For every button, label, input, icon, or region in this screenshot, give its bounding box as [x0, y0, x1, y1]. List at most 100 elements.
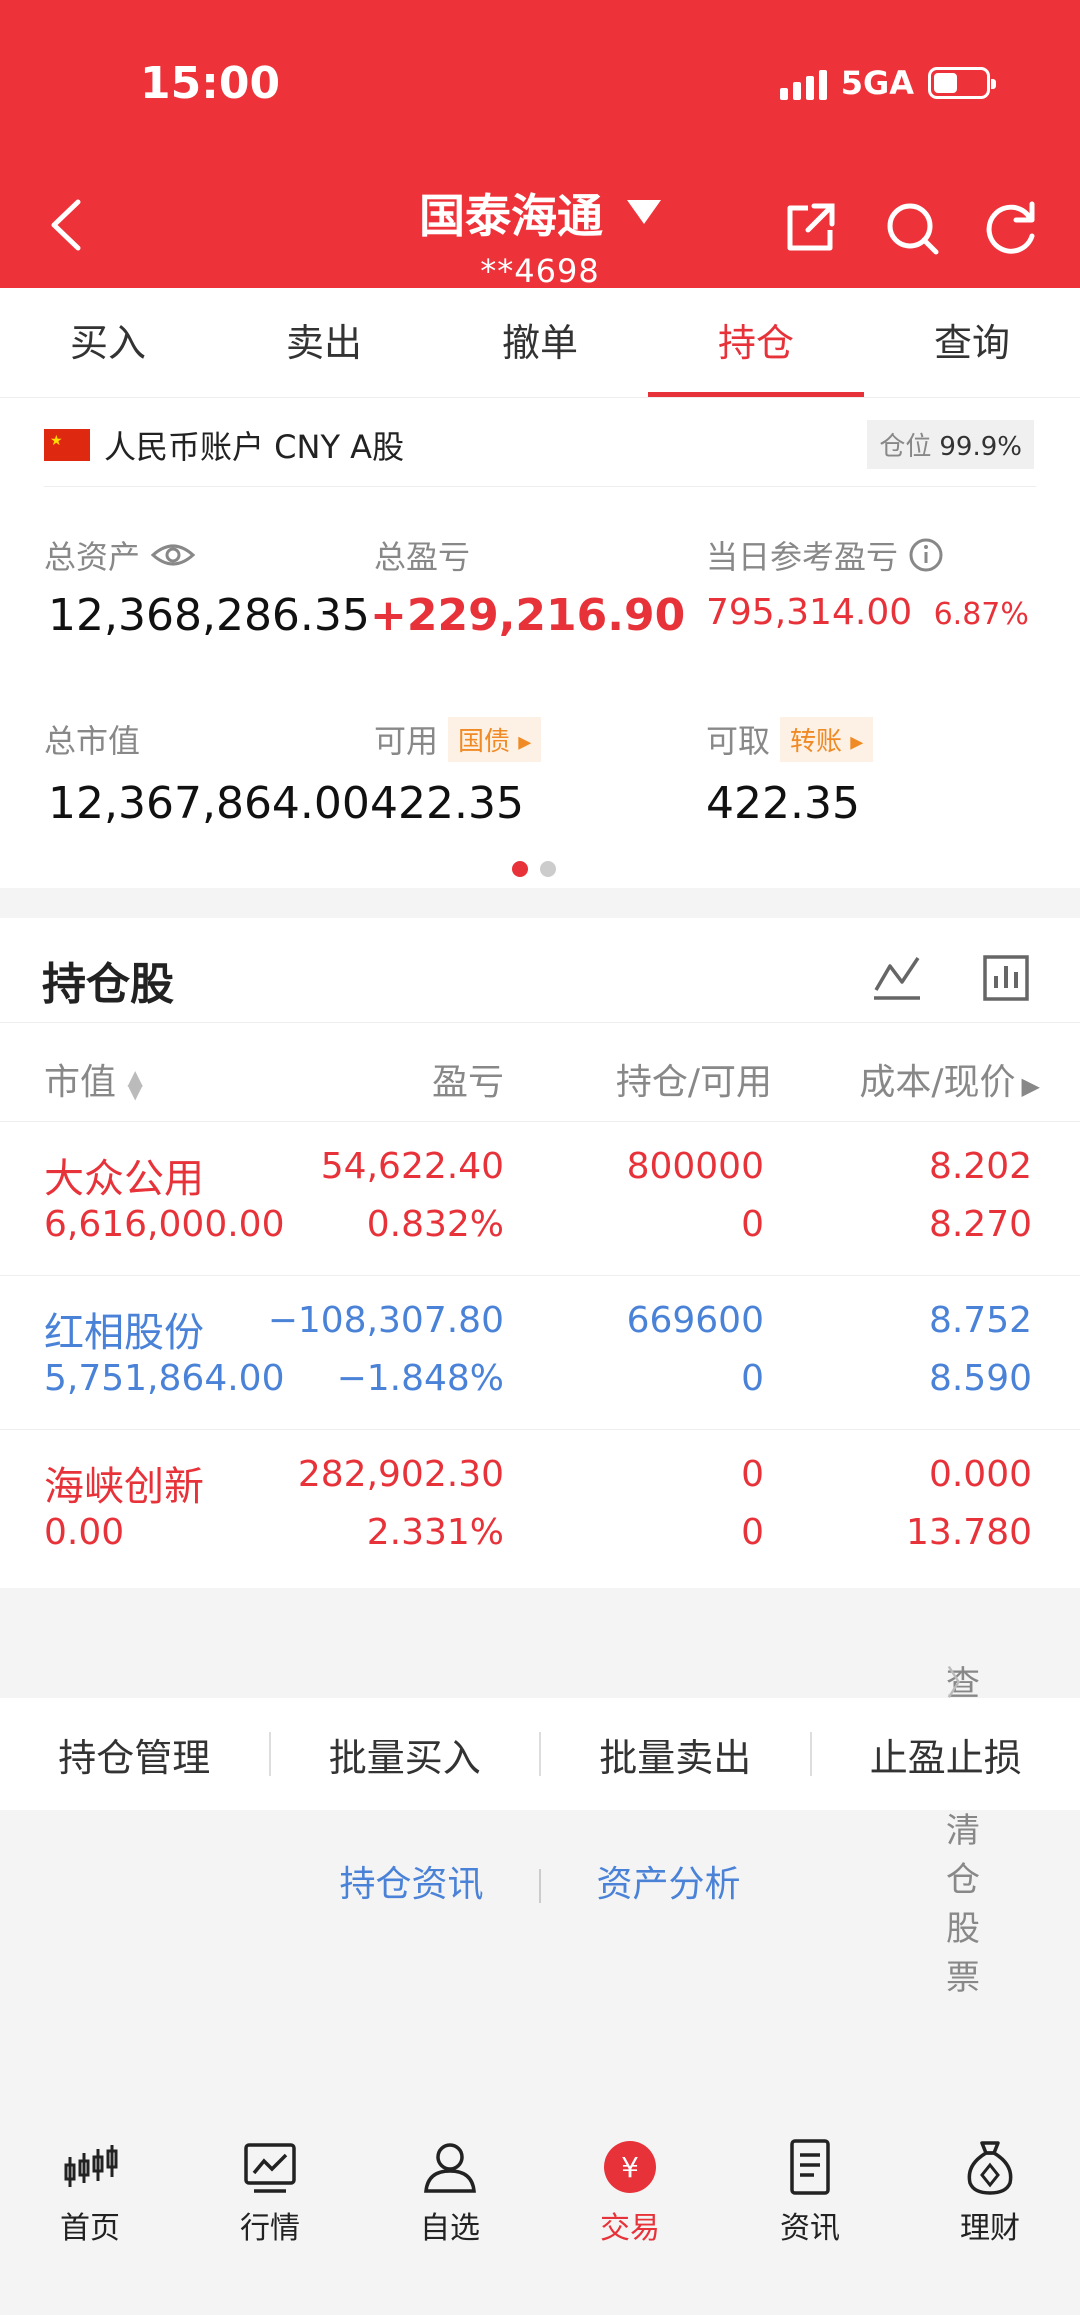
stock-price: 8.270 [928, 1204, 1032, 1245]
status-indicators: 5GA [779, 64, 996, 102]
stock-hold: 800000 [626, 1146, 764, 1187]
header-position[interactable]: 持仓/可用 [616, 1053, 772, 1105]
available-label: 可用 国债 [374, 716, 542, 762]
tab-query[interactable]: 查询 [864, 288, 1080, 397]
day-pnl-label: 当日参考盈亏 [706, 532, 944, 578]
holding-news-link[interactable]: 持仓资讯 [340, 1864, 484, 1905]
sort-icon: ▲ ▼ [127, 1065, 143, 1103]
stock-name: 大众公用 [44, 1156, 204, 1202]
holding-actions: 持仓管理 批量买入 批量卖出 止盈止损 [0, 1698, 1080, 1810]
stock-market-value: 6,616,000.00 [44, 1204, 285, 1245]
available-value: 422.35 [370, 778, 524, 829]
line-chart-icon[interactable] [872, 954, 922, 1002]
stock-name: 海峡创新 [44, 1464, 204, 1510]
total-assets-value: 12,368,286.35 [48, 590, 370, 641]
asset-analysis-link[interactable]: 资产分析 [596, 1864, 740, 1905]
divider [539, 1869, 541, 1903]
total-assets-label: 总资产 [44, 532, 196, 578]
total-pnl-label: 总盈亏 [374, 538, 471, 576]
market-value-label: 总市值 [44, 722, 141, 760]
svg-text:¥: ¥ [621, 2151, 639, 2184]
nav-news[interactable]: 资讯 [720, 2115, 900, 2315]
info-links: 持仓资讯 资产分析 [0, 1855, 1080, 1907]
bond-tag[interactable]: 国债 [448, 716, 542, 762]
refresh-icon[interactable] [980, 198, 1040, 258]
holding-row[interactable]: 大众公用 6,616,000.00 54,622.40 0.832% 80000… [0, 1122, 1080, 1276]
status-time: 15:00 [140, 58, 281, 109]
stock-price: 8.590 [928, 1358, 1032, 1399]
stock-pnl: −108,307.80 [267, 1300, 504, 1341]
holding-row[interactable]: 红相股份 5,751,864.00 −108,307.80 −1.848% 66… [0, 1276, 1080, 1430]
chevron-right-icon: ▶ [1021, 1072, 1040, 1100]
stop-profit-loss-button[interactable]: 止盈止损 [812, 1727, 1080, 1782]
stock-market-value: 5,751,864.00 [44, 1358, 285, 1399]
info-icon[interactable] [908, 537, 944, 573]
day-pnl-value: 795,314.00 6.87% [706, 592, 1029, 633]
batch-sell-button[interactable]: 批量卖出 [541, 1727, 810, 1782]
transfer-tag[interactable]: 转账 [780, 716, 874, 762]
stock-cost: 8.752 [928, 1300, 1032, 1341]
sort-market-value[interactable]: 市值 ▲ ▼ [44, 1053, 143, 1105]
stock-hold: 669600 [626, 1300, 764, 1341]
tab-positions[interactable]: 持仓 [648, 288, 864, 397]
stock-pnl-percent: −1.848% [336, 1358, 504, 1399]
bar-chart-icon[interactable] [982, 954, 1030, 1002]
holding-row[interactable]: 海峡创新 0.00 282,902.30 2.331% 0 0 0.000 13… [0, 1430, 1080, 1584]
divider [44, 486, 1036, 487]
tab-buy[interactable]: 买入 [0, 288, 216, 397]
stock-pnl: 282,902.30 [297, 1454, 504, 1495]
document-icon [790, 2139, 830, 2195]
broker-name: 国泰海通 [419, 189, 603, 243]
app-header: 15:00 5GA 国泰海通 **4698 [0, 0, 1080, 290]
trade-tabs: 买入 卖出 撤单 持仓 查询 [0, 288, 1080, 398]
search-icon[interactable] [882, 198, 942, 258]
dropdown-triangle-icon [627, 200, 661, 224]
user-icon [424, 2143, 476, 2193]
eye-icon[interactable] [150, 540, 196, 570]
yuan-icon: ¥ [604, 2141, 656, 2193]
header-pnl[interactable]: 盈亏 [432, 1053, 504, 1105]
nav-wealth[interactable]: 理财 [900, 2115, 1080, 2315]
bottom-nav: 首页 行情 自选 ¥ 交易 资讯 理财 [0, 2115, 1080, 2315]
account-name: 人民币账户 CNY A股 [104, 428, 405, 466]
account-type: ★ 人民币账户 CNY A股 [44, 422, 404, 468]
china-flag-icon: ★ [44, 429, 90, 461]
nav-home[interactable]: 首页 [0, 2115, 180, 2315]
chart-icon [244, 2143, 296, 2193]
tab-sell[interactable]: 卖出 [216, 288, 432, 397]
stock-available: 0 [741, 1204, 764, 1245]
moneybag-icon [967, 2141, 1013, 2195]
stock-name: 红相股份 [44, 1310, 204, 1356]
stock-pnl: 54,622.40 [320, 1146, 504, 1187]
withdrawable-label: 可取 转账 [706, 716, 874, 762]
stock-cost: 8.202 [928, 1146, 1032, 1187]
holdings-panel: 持仓股 市值 ▲ ▼ 盈亏 持仓/可用 成本/现价 ▶ 大众公用 6,616,000… [0, 918, 1080, 1588]
stock-available: 0 [741, 1512, 764, 1553]
holdings-title: 持仓股 [42, 959, 174, 1010]
total-pnl-value: +229,216.90 [370, 590, 686, 641]
stock-price: 13.780 [906, 1512, 1032, 1553]
position-ratio-badge: 仓位 99.9% [867, 420, 1034, 469]
stock-market-value: 0.00 [44, 1512, 125, 1553]
network-type: 5GA [840, 64, 914, 102]
nav-trade[interactable]: ¥ 交易 [540, 2115, 720, 2315]
batch-buy-button[interactable]: 批量买入 [271, 1727, 540, 1782]
cleared-stocks-bar: 查看已清仓股票〉 [0, 1588, 1080, 1998]
day-pnl-percent: 6.87% [933, 597, 1029, 632]
tab-cancel[interactable]: 撤单 [432, 288, 648, 397]
withdrawable-value: 422.35 [706, 778, 860, 829]
stock-pnl-percent: 2.331% [366, 1512, 504, 1553]
nav-watchlist[interactable]: 自选 [360, 2115, 540, 2315]
share-icon[interactable] [780, 198, 840, 258]
page-indicator [512, 861, 556, 877]
holdings-header: 市值 ▲ ▼ 盈亏 持仓/可用 成本/现价 ▶ [0, 1022, 1080, 1122]
stock-cost: 0.000 [928, 1454, 1032, 1495]
account-summary: ★ 人民币账户 CNY A股 仓位 99.9% 总资产 12,368,286.35… [0, 398, 1080, 888]
nav-market[interactable]: 行情 [180, 2115, 360, 2315]
stock-pnl-percent: 0.832% [366, 1204, 504, 1245]
stock-hold: 0 [741, 1454, 764, 1495]
header-cost[interactable]: 成本/现价 ▶ [859, 1053, 1040, 1105]
manage-positions-button[interactable]: 持仓管理 [0, 1727, 269, 1782]
candlestick-icon [64, 2145, 118, 2187]
stock-available: 0 [741, 1358, 764, 1399]
